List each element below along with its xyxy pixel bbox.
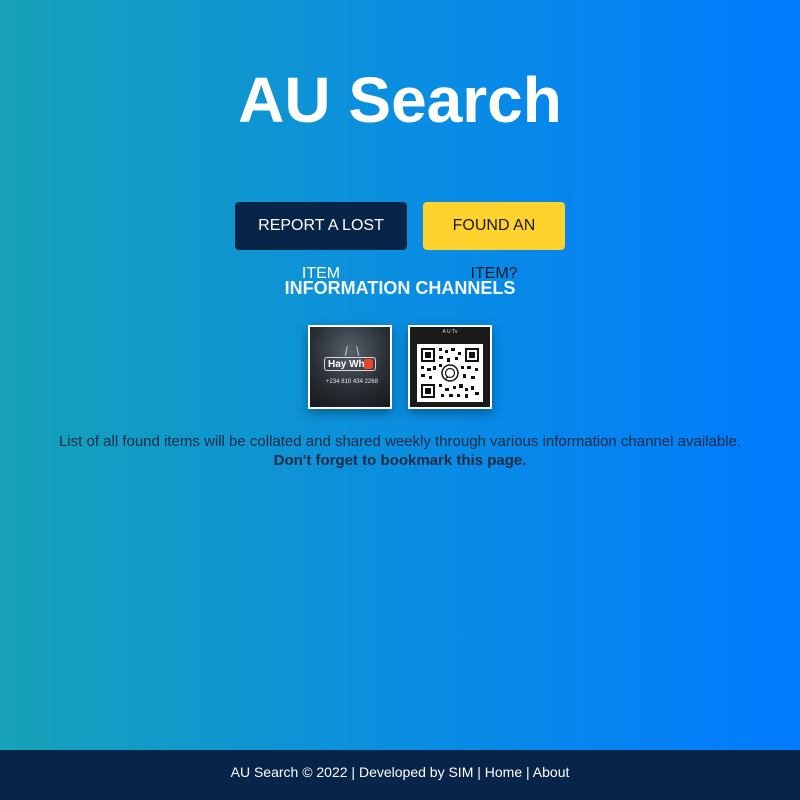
- channel-list: Hay Why +234 810 434 2268 A U Tv: [0, 325, 800, 409]
- footer: AU Search © 2022 | Developed by SIM | Ho…: [0, 750, 800, 800]
- hay-why-phone: +234 810 434 2268: [326, 379, 378, 385]
- page-title: AU Search: [238, 64, 562, 136]
- footer-about-link[interactable]: About: [533, 764, 570, 780]
- footer-copyright: AU Search © 2022 | Developed by SIM |: [230, 764, 485, 780]
- information-notice: List of all found items will be collated…: [0, 432, 800, 470]
- footer-separator: |: [522, 764, 533, 780]
- information-channels-heading: INFORMATION CHANNELS: [284, 278, 516, 298]
- hay-why-logo: Hay Why: [324, 357, 376, 371]
- action-buttons: REPORT A LOST ITEM FOUND AN ITEM?: [0, 202, 800, 282]
- report-lost-item-button[interactable]: REPORT A LOST ITEM: [235, 202, 407, 282]
- bookmark-reminder: Don't forget to bookmark this page.: [273, 452, 527, 469]
- main-content: AU Search REPORT A LOST ITEM FOUND AN IT…: [0, 0, 800, 750]
- found-item-button[interactable]: FOUND AN ITEM?: [423, 202, 565, 282]
- qr-code-graphic: [417, 344, 483, 402]
- whatsapp-qr-channel-card[interactable]: A U Tv: [408, 325, 492, 409]
- hay-why-channel-card[interactable]: Hay Why +234 810 434 2268: [308, 325, 392, 409]
- footer-home-link[interactable]: Home: [485, 764, 522, 780]
- qr-code-icon: [417, 344, 483, 402]
- notice-text: List of all found items will be collated…: [58, 433, 742, 450]
- tv-antenna-icon: [344, 345, 360, 356]
- logo-badge-icon: [364, 359, 373, 369]
- qr-caption: A U Tv: [442, 329, 458, 335]
